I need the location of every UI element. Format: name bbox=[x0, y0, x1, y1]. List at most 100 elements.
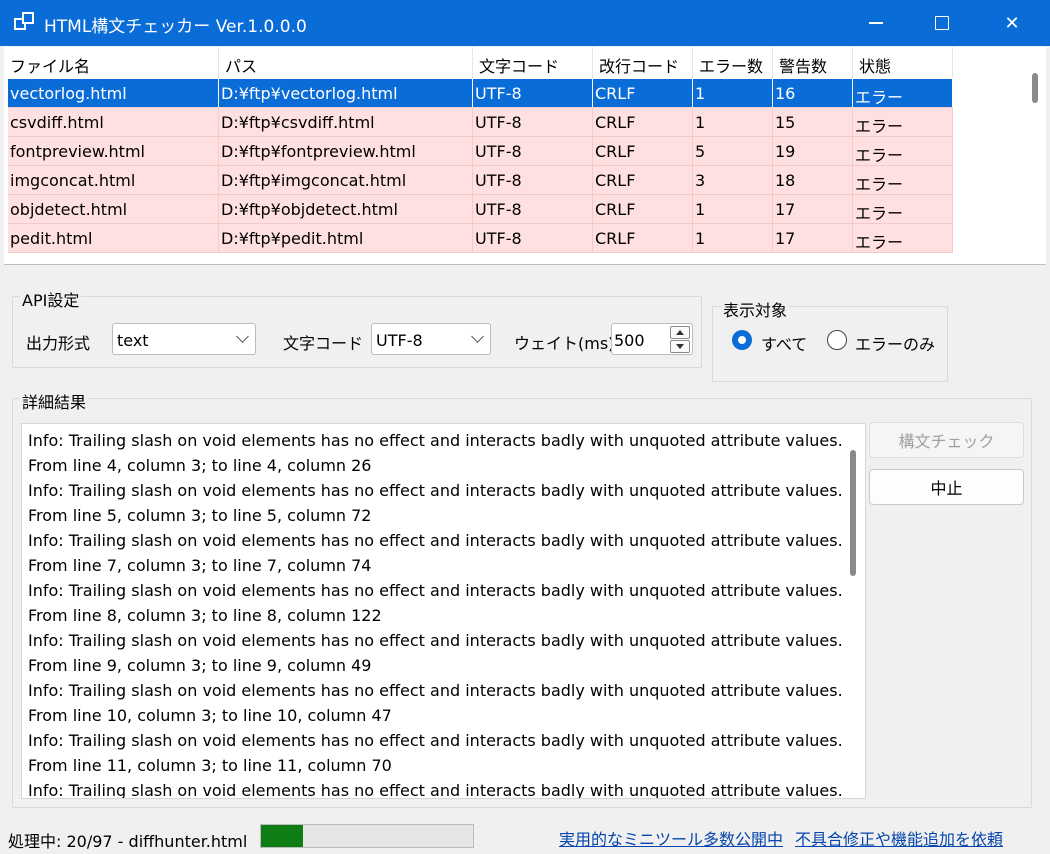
display-target-title: 表示対象 bbox=[721, 297, 790, 321]
column-header[interactable]: 警告数 bbox=[773, 47, 853, 78]
detail-line: Info: Trailing slash on void elements ha… bbox=[28, 431, 843, 450]
spin-up-button[interactable] bbox=[670, 326, 690, 339]
title-bar: HTML構文チェッカー Ver.1.0.0.0 ✕ bbox=[0, 0, 1050, 46]
detail-line: Info: Trailing slash on void elements ha… bbox=[28, 581, 843, 600]
column-header[interactable]: ファイル名 bbox=[4, 47, 219, 78]
file-table[interactable]: ファイル名 パス 文字コード 改行コード エラー数 警告数 状態 vectorl… bbox=[4, 47, 1046, 265]
table-cell: UTF-8 bbox=[473, 166, 593, 194]
detail-line: Info: Trailing slash on void elements ha… bbox=[28, 531, 843, 550]
table-cell: D:¥ftp¥fontpreview.html bbox=[219, 137, 473, 165]
minimize-button[interactable] bbox=[840, 0, 912, 46]
column-header[interactable]: 状態 bbox=[853, 47, 953, 78]
minimize-icon bbox=[869, 22, 883, 24]
table-cell: CRLF bbox=[593, 108, 693, 136]
table-cell: D:¥ftp¥pedit.html bbox=[219, 224, 473, 252]
maximize-icon bbox=[935, 16, 949, 30]
detail-line: From line 7, column 3; to line 7, column… bbox=[28, 556, 372, 575]
table-cell: 17 bbox=[773, 195, 853, 223]
radio-all[interactable] bbox=[732, 330, 752, 350]
table-cell: 19 bbox=[773, 137, 853, 165]
details-title: 詳細結果 bbox=[20, 389, 89, 413]
app-icon bbox=[14, 12, 36, 32]
column-header[interactable]: 文字コード bbox=[473, 47, 593, 78]
table-cell: UTF-8 bbox=[473, 79, 593, 107]
table-cell: 1 bbox=[693, 224, 773, 252]
table-cell: csvdiff.html bbox=[8, 108, 219, 136]
table-cell: fontpreview.html bbox=[8, 137, 219, 165]
column-header[interactable]: パス bbox=[219, 47, 473, 78]
table-cell: UTF-8 bbox=[473, 137, 593, 165]
detail-line: Info: Trailing slash on void elements ha… bbox=[28, 681, 843, 700]
radio-all-label[interactable]: すべて bbox=[761, 331, 807, 355]
window-title: HTML構文チェッカー Ver.1.0.0.0 bbox=[44, 17, 307, 37]
detail-line: From line 10, column 3; to line 10, colu… bbox=[28, 706, 392, 725]
table-cell: CRLF bbox=[593, 79, 693, 107]
radio-errors-only[interactable] bbox=[827, 330, 847, 350]
api-settings-title: API設定 bbox=[20, 287, 82, 311]
syntax-check-button[interactable]: 構文チェック bbox=[869, 422, 1024, 458]
table-cell: CRLF bbox=[593, 166, 693, 194]
table-cell: D:¥ftp¥csvdiff.html bbox=[219, 108, 473, 136]
radio-errors-only-label[interactable]: エラーのみ bbox=[855, 331, 935, 355]
table-scrollbar[interactable] bbox=[1032, 73, 1038, 103]
table-cell: 5 bbox=[693, 137, 773, 165]
table-cell: UTF-8 bbox=[473, 195, 593, 223]
maximize-button[interactable] bbox=[906, 0, 978, 46]
spin-down-button[interactable] bbox=[670, 340, 690, 353]
chevron-down-icon bbox=[471, 330, 484, 343]
table-cell: vectorlog.html bbox=[8, 79, 219, 107]
table-cell: objdetect.html bbox=[8, 195, 219, 223]
wait-label: ウェイト(ms) bbox=[514, 334, 615, 353]
table-row[interactable]: pedit.html D:¥ftp¥pedit.html UTF-8 CRLF 1 17 エ… bbox=[8, 224, 953, 253]
table-cell: CRLF bbox=[593, 137, 693, 165]
details-scrollbar[interactable] bbox=[850, 450, 856, 576]
table-cell: エラー bbox=[853, 195, 953, 223]
column-header[interactable]: エラー数 bbox=[693, 47, 773, 78]
detail-line: Info: Trailing slash on void elements ha… bbox=[28, 631, 843, 650]
progress-fill bbox=[261, 825, 304, 847]
table-row[interactable]: fontpreview.html D:¥ftp¥fontpreview.html U… bbox=[8, 137, 953, 166]
table-cell: imgconcat.html bbox=[8, 166, 219, 194]
tools-link[interactable]: 実用的なミニツール多数公開中 bbox=[559, 826, 783, 850]
table-row[interactable]: objdetect.html D:¥ftp¥objdetect.html UTF-8… bbox=[8, 195, 953, 224]
table-cell: エラー bbox=[853, 166, 953, 194]
arrow-down-icon bbox=[676, 344, 684, 349]
table-cell: エラー bbox=[853, 224, 953, 252]
table-cell: 16 bbox=[773, 79, 853, 107]
output-format-select[interactable]: text bbox=[112, 323, 256, 355]
wait-spinner[interactable]: 500 bbox=[611, 323, 693, 355]
table-cell: 15 bbox=[773, 108, 853, 136]
encoding-value: UTF-8 bbox=[376, 331, 423, 350]
table-cell: 1 bbox=[693, 195, 773, 223]
table-cell: エラー bbox=[853, 108, 953, 136]
table-body: vectorlog.html D:¥ftp¥vectorlog.html UTF-8… bbox=[8, 79, 953, 253]
detail-line: From line 8, column 3; to line 8, column… bbox=[28, 606, 382, 625]
table-cell: エラー bbox=[853, 137, 953, 165]
detail-line: Info: Trailing slash on void elements ha… bbox=[28, 481, 843, 500]
encoding-label: 文字コード bbox=[283, 334, 364, 353]
encoding-select[interactable]: UTF-8 bbox=[371, 323, 491, 355]
details-text: Info: Trailing slash on void elements ha… bbox=[28, 428, 843, 798]
progress-bar bbox=[260, 824, 474, 848]
column-header[interactable]: 改行コード bbox=[593, 47, 693, 78]
table-header: ファイル名 パス 文字コード 改行コード エラー数 警告数 状態 bbox=[4, 47, 953, 78]
table-row[interactable]: csvdiff.html D:¥ftp¥csvdiff.html UTF-8 CRLF… bbox=[8, 108, 953, 137]
details-textbox[interactable]: Info: Trailing slash on void elements ha… bbox=[21, 423, 866, 799]
detail-line: Info: Trailing slash on void elements ha… bbox=[28, 731, 843, 750]
table-cell: 17 bbox=[773, 224, 853, 252]
output-format-label: 出力形式 bbox=[26, 334, 91, 353]
detail-line: From line 11, column 3; to line 11, colu… bbox=[28, 756, 392, 775]
table-row[interactable]: vectorlog.html D:¥ftp¥vectorlog.html UTF-8… bbox=[8, 79, 953, 108]
close-icon: ✕ bbox=[1004, 12, 1020, 34]
wait-value: 500 bbox=[614, 331, 645, 350]
close-button[interactable]: ✕ bbox=[976, 0, 1048, 46]
table-cell: 1 bbox=[693, 79, 773, 107]
table-cell: 3 bbox=[693, 166, 773, 194]
table-cell: pedit.html bbox=[8, 224, 219, 252]
request-link[interactable]: 不具合修正や機能追加を依頼 bbox=[795, 826, 1003, 850]
stop-button[interactable]: 中止 bbox=[869, 469, 1024, 505]
arrow-up-icon bbox=[676, 330, 684, 335]
table-cell: UTF-8 bbox=[473, 108, 593, 136]
table-row[interactable]: imgconcat.html D:¥ftp¥imgconcat.html UTF-8… bbox=[8, 166, 953, 195]
table-cell: エラー bbox=[853, 79, 953, 107]
